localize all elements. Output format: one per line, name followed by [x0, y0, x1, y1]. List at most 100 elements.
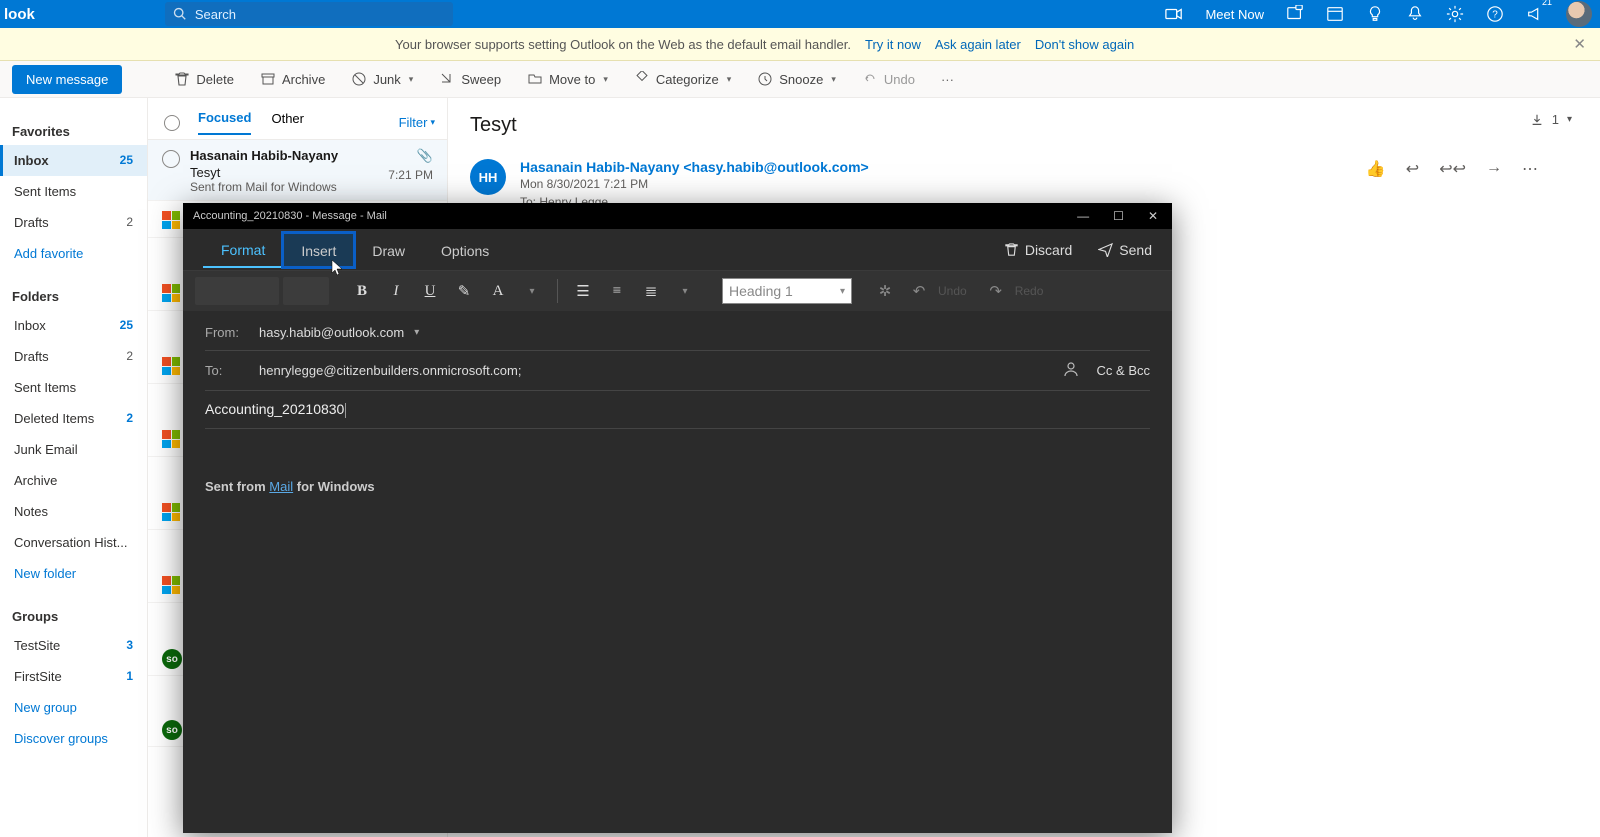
redo-compose-button[interactable]: ↷	[981, 276, 1011, 306]
teams-icon[interactable]	[1286, 5, 1304, 23]
more-button[interactable]: ···	[941, 72, 954, 87]
select-all-checkbox[interactable]	[164, 115, 180, 131]
help-icon[interactable]: ?	[1486, 5, 1504, 23]
reading-download[interactable]: 1▾	[1530, 112, 1572, 127]
delete-button[interactable]: Delete	[174, 71, 234, 87]
nav-deleted[interactable]: Deleted Items2	[0, 403, 147, 434]
undo-compose-button[interactable]: ↶	[904, 276, 934, 306]
nav-archive[interactable]: Archive	[0, 465, 147, 496]
filter-button[interactable]: Filter▾	[399, 115, 435, 130]
chevron-down-icon[interactable]: ▾	[670, 276, 700, 306]
dont-show-link[interactable]: Don't show again	[1035, 37, 1134, 52]
nav-inbox-2[interactable]: Inbox25	[0, 310, 147, 341]
tab-options[interactable]: Options	[423, 233, 507, 267]
signature: Sent from Mail for Windows	[205, 479, 1150, 494]
tab-other[interactable]: Other	[271, 111, 304, 134]
nav-drafts[interactable]: Drafts2	[0, 207, 147, 238]
folders-header[interactable]: Folders	[0, 283, 147, 310]
discover-groups[interactable]: Discover groups	[0, 723, 147, 754]
archive-button[interactable]: Archive	[260, 71, 325, 87]
more-icon[interactable]: ⋯	[1522, 159, 1538, 179]
nav-drafts-2[interactable]: Drafts2	[0, 341, 147, 372]
compose-titlebar[interactable]: Accounting_20210830 - Message - Mail — ☐…	[183, 203, 1172, 229]
subject-field[interactable]: Accounting_20210830	[205, 391, 1150, 429]
calendar-icon[interactable]	[1326, 5, 1344, 23]
categorize-button[interactable]: Categorize▾	[634, 71, 731, 87]
svg-text:?: ?	[1492, 10, 1498, 21]
from-field[interactable]: From: hasy.habib@outlook.com ▾	[205, 315, 1150, 351]
meet-now-button[interactable]: Meet Now	[1205, 7, 1264, 22]
bell-icon[interactable]	[1406, 5, 1424, 23]
lightbulb-icon[interactable]	[1366, 5, 1384, 23]
nav-inbox[interactable]: Inbox25	[0, 145, 147, 176]
ms-logo-icon	[162, 576, 180, 594]
compose-body[interactable]: Sent from Mail for Windows	[183, 429, 1172, 516]
number-list-button[interactable]: ≡	[602, 276, 632, 306]
nav-firstsite[interactable]: FirstSite1	[0, 661, 147, 692]
megaphone-icon[interactable]: 21	[1526, 5, 1544, 23]
ms-logo-icon	[162, 430, 180, 448]
align-button[interactable]: ≣	[636, 276, 666, 306]
search-input[interactable]: Search	[165, 2, 453, 26]
nav-sent-2[interactable]: Sent Items	[0, 372, 147, 403]
favorites-header[interactable]: Favorites	[0, 118, 147, 145]
styles-button[interactable]: ✲	[870, 276, 900, 306]
font-size-dropdown[interactable]	[283, 277, 329, 305]
font-family-dropdown[interactable]	[195, 277, 279, 305]
nav-notes[interactable]: Notes	[0, 496, 147, 527]
brand-text: look	[4, 6, 35, 23]
bold-button[interactable]: B	[347, 276, 377, 306]
ask-later-link[interactable]: Ask again later	[935, 37, 1021, 52]
msg-time: 7:21 PM	[388, 168, 433, 182]
gear-icon[interactable]	[1446, 5, 1464, 23]
undo-button[interactable]: Undo	[862, 71, 915, 87]
app-header: look Search Meet Now ? 21	[0, 0, 1600, 28]
mail-link[interactable]: Mail	[269, 479, 293, 494]
new-group[interactable]: New group	[0, 692, 147, 723]
close-button[interactable]: ✕	[1148, 209, 1158, 223]
message-item[interactable]: Hasanain Habib-Nayany Tesyt Sent from Ma…	[148, 140, 447, 201]
discard-button[interactable]: Discard	[1004, 242, 1072, 258]
nav-sent[interactable]: Sent Items	[0, 176, 147, 207]
heading-dropdown[interactable]: Heading 1▾	[722, 278, 852, 304]
groups-header[interactable]: Groups	[0, 603, 147, 630]
ms-logo-icon	[162, 357, 180, 375]
notification-bar: Your browser supports setting Outlook on…	[0, 28, 1600, 61]
reply-icon[interactable]: ↩	[1406, 159, 1419, 179]
cc-bcc-button[interactable]: Cc & Bcc	[1097, 363, 1150, 378]
tab-format[interactable]: Format	[203, 232, 283, 268]
maximize-button[interactable]: ☐	[1113, 209, 1124, 223]
forward-icon[interactable]: →	[1486, 159, 1502, 179]
to-field[interactable]: To: henrylegge@citizenbuilders.onmicroso…	[205, 351, 1150, 391]
chevron-down-icon[interactable]: ▾	[414, 327, 419, 338]
italic-button[interactable]: I	[381, 276, 411, 306]
junk-button[interactable]: Junk▾	[351, 71, 413, 87]
tab-draw[interactable]: Draw	[354, 233, 423, 267]
send-button[interactable]: Send	[1098, 242, 1152, 258]
nav-testsite[interactable]: TestSite3	[0, 630, 147, 661]
highlight-button[interactable]: ✎	[449, 276, 479, 306]
tab-focused[interactable]: Focused	[198, 110, 251, 135]
chevron-down-icon[interactable]: ▾	[517, 276, 547, 306]
like-icon[interactable]: 👍	[1366, 159, 1386, 179]
select-checkbox[interactable]	[162, 150, 180, 168]
font-color-button[interactable]: A	[483, 276, 513, 306]
move-to-button[interactable]: Move to▾	[527, 71, 608, 87]
contacts-icon[interactable]	[1063, 361, 1079, 380]
video-icon[interactable]	[1165, 5, 1183, 23]
close-icon[interactable]: ✕	[1573, 35, 1586, 53]
nav-junk[interactable]: Junk Email	[0, 434, 147, 465]
try-it-now-link[interactable]: Try it now	[865, 37, 921, 52]
snooze-button[interactable]: Snooze▾	[757, 71, 836, 87]
user-avatar[interactable]	[1566, 1, 1592, 27]
msg-preview: Sent from Mail for Windows	[190, 180, 433, 194]
minimize-button[interactable]: —	[1077, 209, 1089, 223]
reply-all-icon[interactable]: ↩↩	[1439, 159, 1466, 179]
underline-button[interactable]: U	[415, 276, 445, 306]
add-favorite[interactable]: Add favorite	[0, 238, 147, 269]
bullet-list-button[interactable]: ☰	[568, 276, 598, 306]
new-message-button[interactable]: New message	[12, 65, 122, 94]
nav-conversation[interactable]: Conversation Hist...	[0, 527, 147, 558]
sweep-button[interactable]: Sweep	[439, 71, 501, 87]
new-folder[interactable]: New folder	[0, 558, 147, 589]
